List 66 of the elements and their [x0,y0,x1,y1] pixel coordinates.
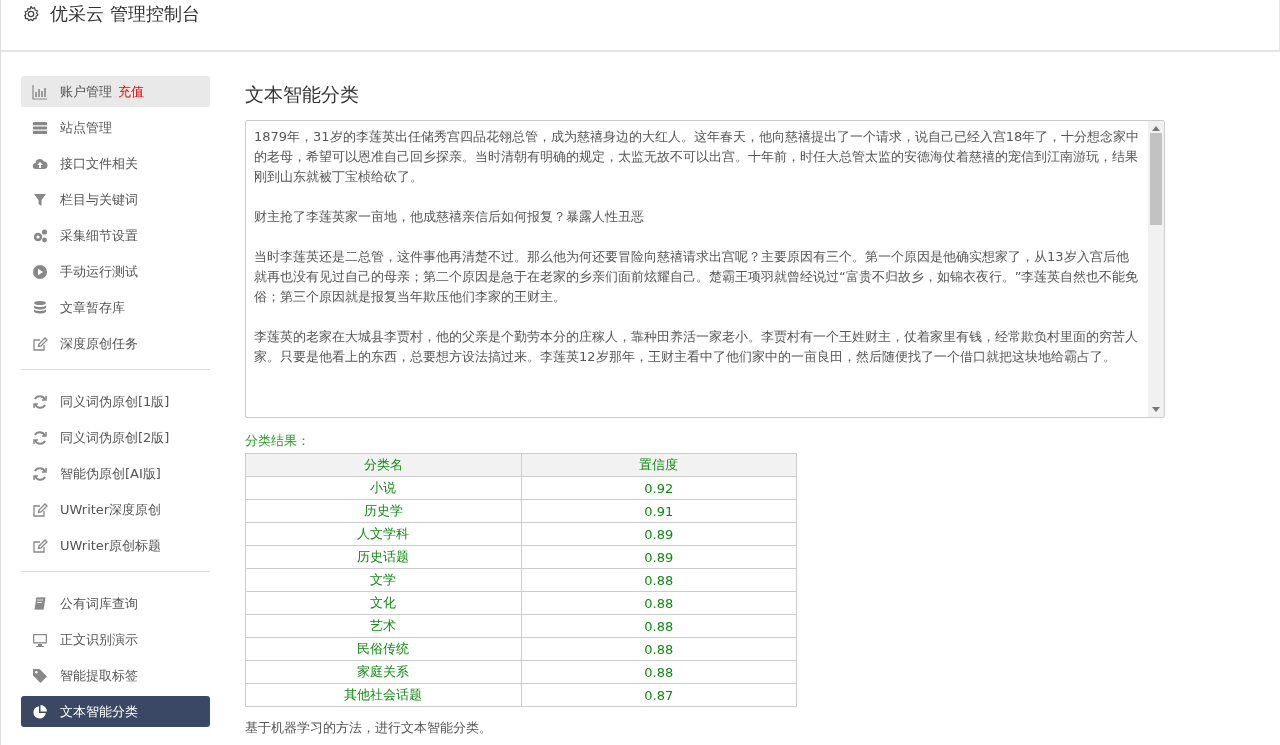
pie-chart-icon [32,703,48,720]
table-cell: 家庭关系 [245,660,521,684]
table-cell: 其他社会话题 [245,683,521,707]
table-cell: 0.89 [521,522,797,546]
sidebar-item[interactable]: 站点管理 [21,112,210,143]
sidebar-item[interactable]: UWriter原创标题 [21,530,210,561]
book-icon [32,595,48,612]
scrollbar[interactable] [1148,121,1164,417]
refresh-icon [32,465,48,482]
table-cell: 小说 [245,476,521,500]
sidebar-item[interactable]: 智能提取标签 [21,660,210,691]
refresh-icon [32,429,48,446]
table-cell: 艺术 [245,614,521,638]
recharge-link[interactable]: 充值 [118,82,144,101]
gear-icon [22,5,40,23]
sidebar-item[interactable]: 账户管理 充值 [21,76,210,107]
table-cell: 0.88 [521,568,797,592]
server-icon [32,119,48,136]
sidebar-item[interactable]: 文本智能分类 [21,696,210,727]
scroll-up-icon[interactable] [1152,126,1160,131]
table-cell: 0.87 [521,683,797,707]
table-cell: 文学 [245,568,521,592]
bar-chart-icon [32,83,48,100]
text-input-area[interactable]: 1879年，31岁的李莲英出任储秀宫四品花翎总管，成为慈禧身边的大红人。这年春天，他向慈禧提出了一个请求，说自己已经入宫18年了，十分想念家中的老母，希望可以恩准自己回乡探亲。当时清朝有明确的规定，太监无故不可以出宫。十年前，时任大总管太监的安德海仗着慈禧的宠信到江南游玩，结果刚到山东就被丁宝桢给砍了。 财主抢了李莲英家一亩地，他成慈禧亲信后如何报复？暴露人性丑恶 当时李莲英还是二总管，这件事他再清楚不过。那么他为何还要冒险向慈禧请求出宫呢？主要原因有三个。第一个原因是他确实想家了，从13岁入宫后他就再也没有见过自己的母亲；第二个原因是急于在老家的乡亲们面前炫耀自己。楚霸王项羽就曾经说过“富贵不归故乡，如锦衣夜行。”李莲英自然也不能免俗；第三个原因就是报复当年欺压他们李家的王财主。 李莲英的老家在大城县李贾村，他的父亲是个勤劳本分的庄稼人，靠种田养活一家老小。李贾村有一个王姓财主，仗着家里有钱，经常欺负村里面的穷苦人家。只要是他看上的东西，总要想方设法搞过来。李莲英12岁那年，王财主看中了他们家中的一亩良田，然后随便找了一个借口就把这块地给霸占了。 [245,120,1165,418]
page-title: 文本智能分类 [245,82,360,107]
sidebar-item[interactable]: 正文识别演示 [21,624,210,655]
sidebar-item[interactable]: 手动运行测试 [21,256,210,287]
table-cell: 0.88 [521,591,797,615]
sidebar-item[interactable]: 深度原创任务 [21,328,210,359]
database-icon [32,299,48,316]
table-cell: 0.92 [521,476,797,500]
table-cell: 0.91 [521,499,797,523]
table-cell: 0.88 [521,637,797,661]
table-cell: 历史学 [245,499,521,523]
table-cell: 0.88 [521,614,797,638]
description-text: 基于机器学习的方法，进行文本智能分类。 [245,719,493,737]
table-cell: 0.88 [521,660,797,684]
edit-icon [32,501,48,518]
monitor-icon [32,631,48,648]
table-cell: 历史话题 [245,545,521,569]
sidebar-item[interactable]: 同义词伪原创[2版] [21,422,210,453]
sidebar-item[interactable]: 采集细节设置 [21,220,210,251]
sidebar-item[interactable]: 接口文件相关 [21,148,210,179]
scroll-thumb[interactable] [1150,133,1162,225]
gears-icon [32,227,48,244]
filter-icon [32,191,48,208]
scroll-down-icon[interactable] [1152,407,1160,412]
sidebar-item[interactable]: 公有词库查询 [21,588,210,619]
column-header: 置信度 [521,453,797,477]
sidebar-item[interactable]: 智能伪原创[AI版] [21,458,210,489]
table-cell: 0.89 [521,545,797,569]
refresh-icon [32,393,48,410]
edit-icon [32,335,48,352]
table-cell: 民俗传统 [245,637,521,661]
sidebar-item[interactable]: 栏目与关键词 [21,184,210,215]
column-header: 分类名 [245,453,521,477]
sidebar-item[interactable]: 同义词伪原创[1版] [21,386,210,417]
tag-icon [32,667,48,684]
console-title: 优采云 管理控制台 [50,4,200,24]
table-cell: 文化 [245,591,521,615]
table-cell: 人文学科 [245,522,521,546]
edit-icon [32,537,48,554]
result-label: 分类结果： [245,432,311,450]
sidebar-item[interactable]: 文章暂存库 [21,292,210,323]
play-icon [32,263,48,280]
sidebar-item[interactable]: UWriter深度原创 [21,494,210,525]
